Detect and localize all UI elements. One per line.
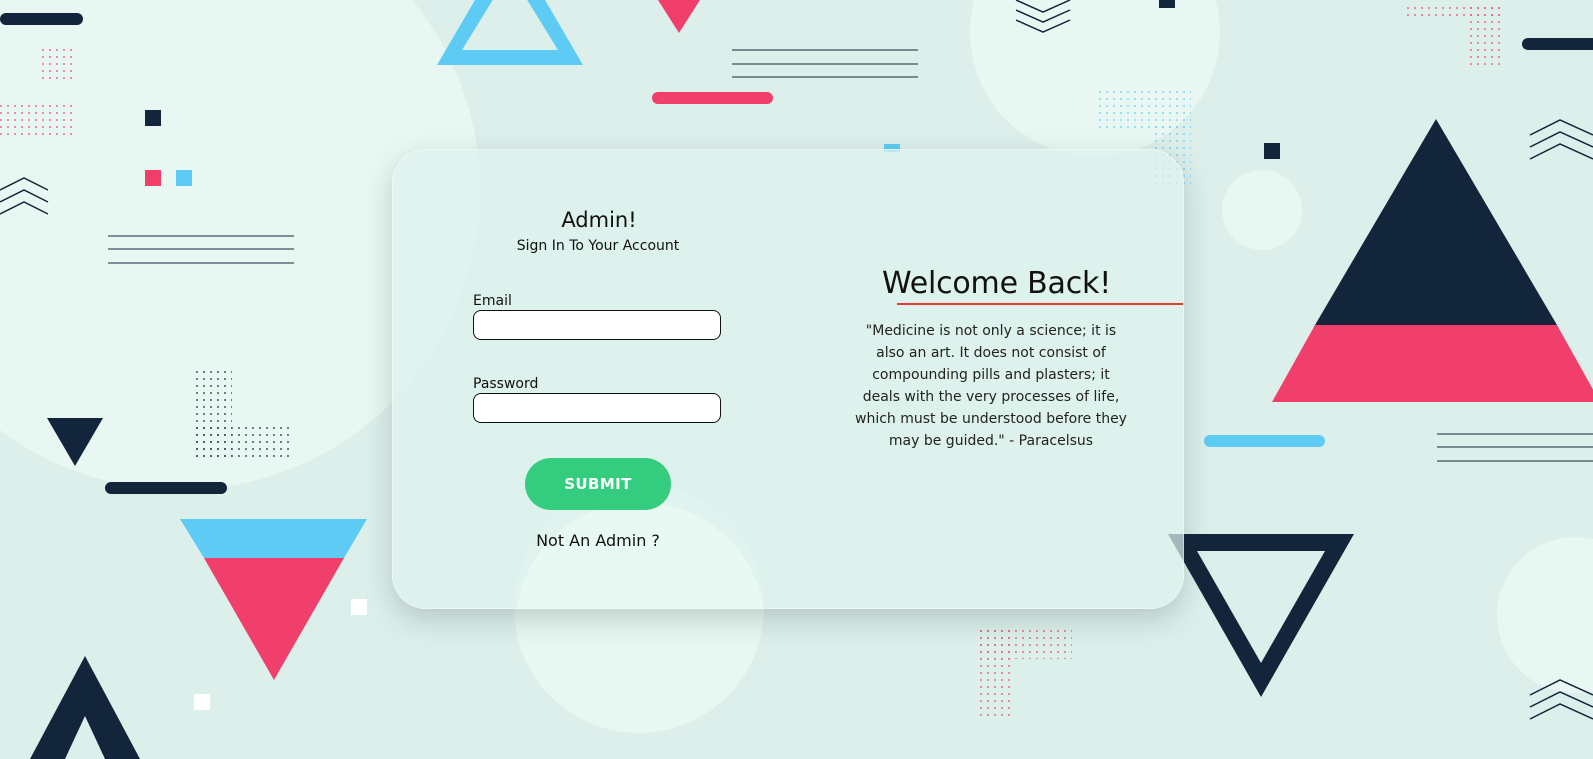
decorative-bar-navy-right (1522, 38, 1593, 50)
decorative-square-navy-top (1159, 0, 1175, 8)
decorative-square-white-bottom (194, 694, 210, 710)
decorative-bar-navy-left (105, 482, 227, 494)
decorative-dot-grid-bottom-2 (976, 625, 1012, 721)
decorative-dot-grid-top-left-2 (0, 104, 74, 138)
not-admin-link[interactable]: Not An Admin ? (518, 530, 678, 552)
decorative-circle-small-right (1222, 170, 1302, 250)
decorative-dot-grid-blue (1095, 90, 1191, 130)
decorative-dot-grid-top-right-2 (1466, 6, 1501, 70)
decorative-square-white-left (351, 599, 367, 615)
decorative-square-blue-left (176, 170, 192, 186)
decorative-square-navy-right (1264, 143, 1280, 159)
decorative-bar-top-left (0, 13, 83, 25)
quote-text: "Medicine is not only a science; it is a… (855, 323, 1127, 449)
submit-button[interactable]: SUBMIT (525, 458, 671, 510)
admin-title: Admin! (561, 208, 637, 232)
sign-in-subtitle: Sign In To Your Account (516, 238, 680, 254)
decorative-square-pink-left (145, 170, 161, 186)
password-label: Password (473, 376, 539, 392)
decorative-bar-pink-top (652, 92, 773, 104)
login-card: Admin! Sign In To Your Account Email Pas… (392, 149, 1184, 609)
welcome-title: Welcome Back! (882, 266, 1112, 301)
decorative-dot-grid-top-left (38, 44, 74, 80)
decorative-square-navy-left (145, 110, 161, 126)
decorative-bar-blue-right (1204, 435, 1325, 447)
welcome-underline (897, 303, 1183, 305)
password-input[interactable] (473, 393, 721, 423)
decorative-dot-grid-left-middle-2 (196, 427, 294, 460)
email-label: Email (473, 293, 512, 309)
email-input[interactable] (473, 310, 721, 340)
